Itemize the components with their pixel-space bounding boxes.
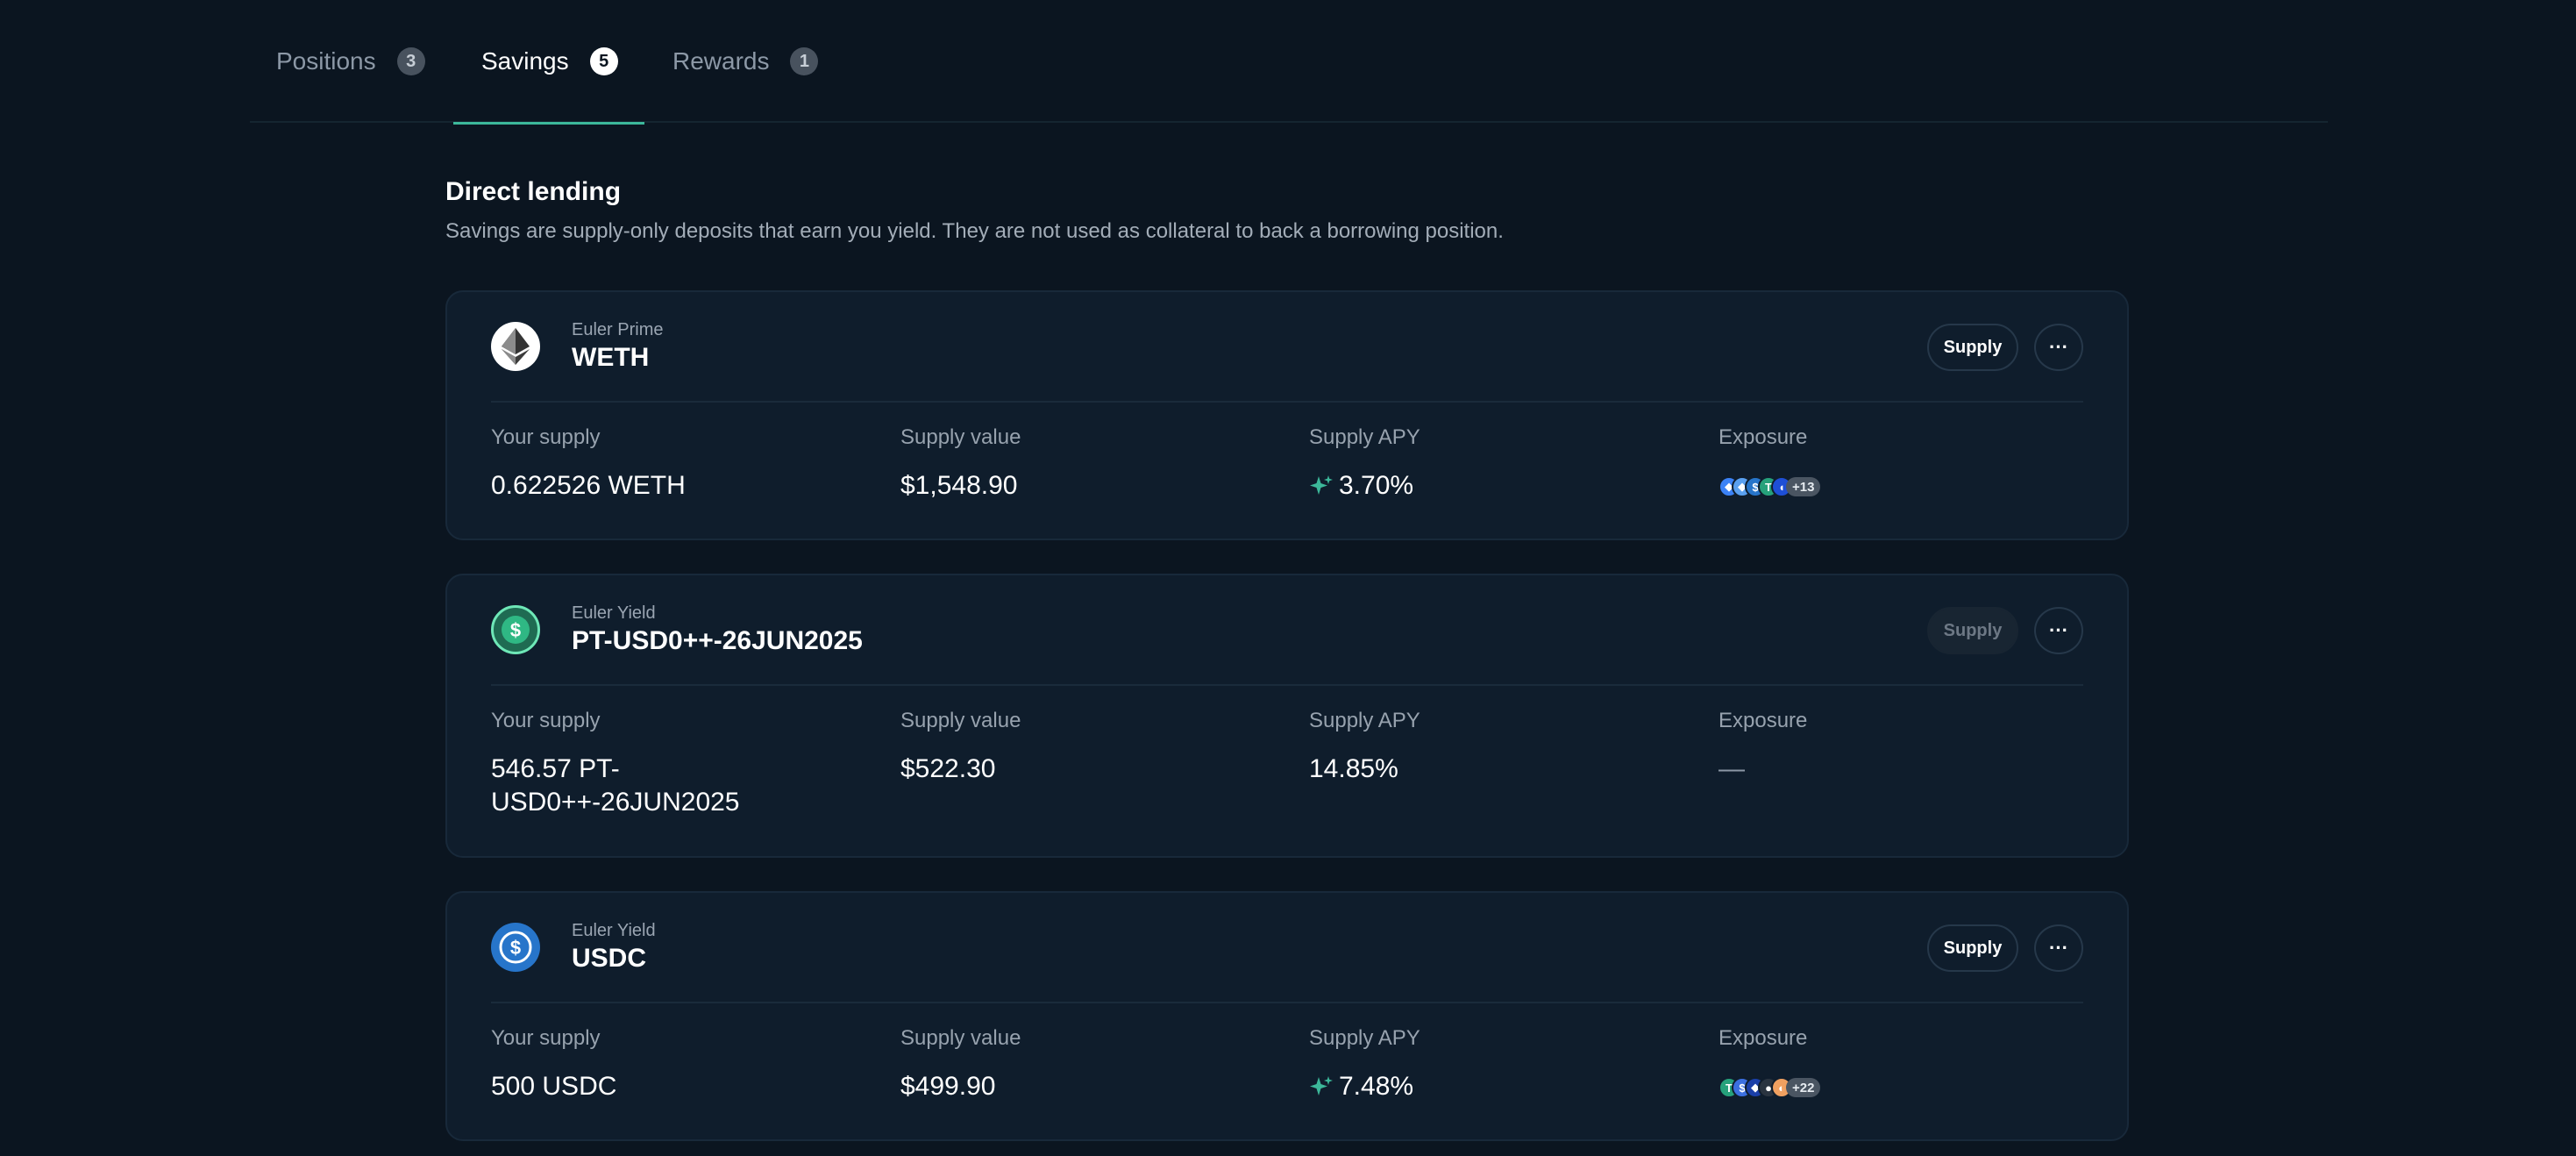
- usdc-icon: $: [491, 923, 540, 972]
- metric-supply-apy: Supply APY 14.85%: [1309, 709, 1695, 786]
- tab-count-badge: 3: [396, 47, 425, 75]
- savings-card-pt-usd0: $ Euler Yield PT-USD0++-26JUN2025 Supply…: [445, 574, 2129, 858]
- metric-your-supply: Your supply 500 USDC: [491, 1026, 877, 1103]
- supply-value-amount: $499.90: [900, 1072, 996, 1101]
- tab-positions[interactable]: Positions 3: [276, 0, 425, 123]
- asset-name: WETH: [572, 343, 650, 372]
- supply-value-amount: $522.30: [900, 754, 996, 783]
- metric-label: Your supply: [491, 709, 601, 732]
- exposure-more-badge: +13: [1786, 477, 1821, 496]
- your-supply-value: 500 USDC: [491, 1072, 617, 1101]
- supply-apy-value: 3.70%: [1339, 471, 1414, 500]
- more-options-button[interactable]: ···: [2034, 924, 2083, 972]
- metric-your-supply: Your supply 0.622526 WETH: [491, 425, 877, 503]
- asset-name: PT-USD0++-26JUN2025: [572, 626, 863, 655]
- metric-supply-value: Supply value $522.30: [900, 709, 1286, 786]
- metric-label: Exposure: [1719, 1026, 1808, 1050]
- exposure-icons[interactable]: T $ ◆ ● ◐ +22: [1719, 1077, 2104, 1098]
- your-supply-value: 0.622526 WETH: [491, 471, 686, 500]
- exposure-icons[interactable]: ◆ ◆ $ T ◖ +13: [1719, 476, 2104, 497]
- more-options-button[interactable]: ···: [2034, 607, 2083, 654]
- exposure-empty: —: [1719, 754, 1745, 783]
- pt-usd0-icon: $: [491, 605, 540, 654]
- tab-count-badge: 5: [589, 47, 618, 75]
- section-title: Direct lending: [445, 177, 622, 206]
- asset-name: USDC: [572, 944, 647, 973]
- supply-button[interactable]: Supply: [1927, 924, 2018, 972]
- metric-supply-apy: Supply APY 3.70%: [1309, 425, 1695, 503]
- metric-label: Supply APY: [1309, 1026, 1420, 1050]
- tab-savings[interactable]: Savings 5: [453, 0, 644, 125]
- more-options-button[interactable]: ···: [2034, 324, 2083, 371]
- supply-button[interactable]: Supply: [1927, 324, 2018, 371]
- metric-label: Supply value: [900, 709, 1021, 732]
- ethereum-icon: [491, 322, 540, 371]
- supply-button[interactable]: Supply: [1927, 607, 2018, 654]
- sparkle-icon[interactable]: [1309, 474, 1334, 498]
- sparkle-icon[interactable]: [1309, 1074, 1334, 1099]
- metric-exposure: Exposure ◆ ◆ $ T ◖ +13: [1719, 425, 2104, 497]
- vault-label: Euler Yield: [572, 603, 656, 623]
- tab-label: Positions: [276, 47, 376, 75]
- metric-exposure: Exposure T $ ◆ ● ◐ +22: [1719, 1026, 2104, 1098]
- card-header: $ Euler Yield USDC Supply ···: [491, 893, 2083, 1003]
- metric-supply-apy: Supply APY 7.48%: [1309, 1026, 1695, 1103]
- supply-apy-row: 3.70%: [1309, 469, 1695, 503]
- supply-apy-value: 7.48%: [1339, 1072, 1414, 1101]
- svg-text:$: $: [510, 619, 521, 641]
- metric-exposure: Exposure —: [1719, 709, 2104, 786]
- tab-count-badge: 1: [790, 47, 819, 75]
- metric-label: Your supply: [491, 1026, 601, 1050]
- vault-label: Euler Prime: [572, 320, 664, 339]
- metric-label: Exposure: [1719, 425, 1808, 449]
- metric-supply-value: Supply value $1,548.90: [900, 425, 1286, 503]
- metric-label: Supply value: [900, 1026, 1021, 1050]
- tab-bar: Positions 3 Savings 5 Rewards 1: [250, 0, 2328, 125]
- supply-value-amount: $1,548.90: [900, 471, 1018, 500]
- metric-label: Supply APY: [1309, 709, 1420, 732]
- metric-supply-value: Supply value $499.90: [900, 1026, 1286, 1103]
- your-supply-value: 546.57 PT-USD0++-26JUN2025: [491, 754, 740, 817]
- section-description: Savings are supply-only deposits that ea…: [445, 219, 1504, 243]
- supply-apy-row: 7.48%: [1309, 1070, 1695, 1103]
- card-header: Euler Prime WETH Supply ···: [491, 292, 2083, 403]
- supply-apy-value: 14.85%: [1309, 754, 1398, 783]
- metric-label: Your supply: [491, 425, 601, 449]
- metric-label: Supply APY: [1309, 425, 1420, 449]
- metric-label: Exposure: [1719, 709, 1808, 732]
- exposure-more-badge: +22: [1786, 1078, 1821, 1097]
- savings-card-weth: Euler Prime WETH Supply ··· Your supply …: [445, 290, 2129, 540]
- metric-label: Supply value: [900, 425, 1021, 449]
- tab-label: Savings: [481, 47, 569, 75]
- tab-label: Rewards: [672, 47, 770, 75]
- svg-text:$: $: [510, 937, 521, 959]
- tab-rewards[interactable]: Rewards 1: [672, 0, 819, 123]
- card-header: $ Euler Yield PT-USD0++-26JUN2025 Supply…: [491, 575, 2083, 686]
- savings-card-usdc: $ Euler Yield USDC Supply ··· Your suppl…: [445, 891, 2129, 1141]
- metric-your-supply: Your supply 546.57 PT-USD0++-26JUN2025: [491, 709, 859, 819]
- vault-label: Euler Yield: [572, 921, 656, 940]
